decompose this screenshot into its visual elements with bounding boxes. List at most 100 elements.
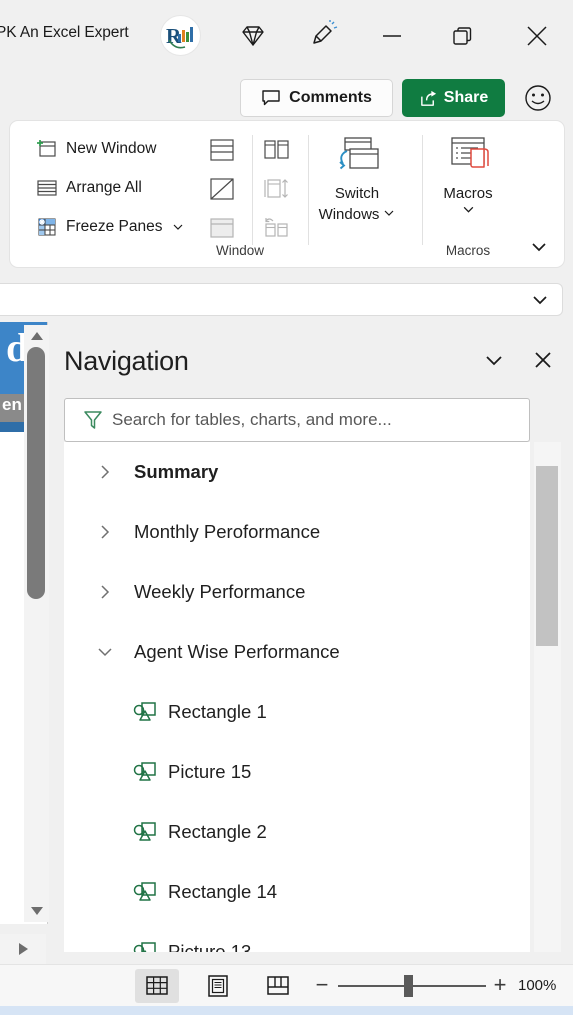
zoom-in-button[interactable]: + — [488, 972, 512, 997]
share-button[interactable]: Share — [402, 79, 505, 117]
navigation-scrollbar-thumb[interactable] — [536, 466, 558, 646]
page-break-preview-button[interactable] — [256, 969, 300, 1003]
view-side-by-side-button[interactable] — [260, 135, 294, 165]
zoom-out-button[interactable]: − — [310, 972, 334, 997]
formula-bar[interactable] — [0, 283, 563, 316]
arrange-all-icon — [37, 180, 57, 196]
unhide-icon — [210, 218, 234, 238]
tree-item-label: Picture 15 — [168, 761, 252, 782]
freeze-panes-label: Freeze Panes — [66, 218, 163, 235]
reset-window-position-icon — [265, 218, 288, 237]
chevron-right-icon[interactable] — [94, 461, 116, 483]
arrange-all-button[interactable]: Arrange All — [32, 172, 145, 204]
tree-item-label: Rectangle 1 — [168, 701, 267, 722]
status-bar-bottom-strip — [0, 1006, 573, 1015]
ribbon-divider — [252, 135, 253, 245]
arrange-all-label: Arrange All — [66, 179, 142, 196]
ribbon-display-options-icon[interactable] — [524, 235, 554, 259]
navigation-pane-title: Navigation — [64, 346, 189, 376]
tree-item-picture-13[interactable]: Picture 13 — [64, 922, 530, 952]
macros-button[interactable]: Macros — [426, 133, 510, 216]
comments-label: Comments — [289, 89, 372, 106]
tree-item-rectangle-2[interactable]: Rectangle 2 — [64, 802, 530, 862]
navigation-pane: Navigation Search for tables, charts, an… — [49, 322, 573, 960]
page-layout-view-button[interactable] — [196, 969, 240, 1003]
sheet-tab-next-button[interactable] — [0, 934, 46, 964]
ribbon-divider-3 — [422, 135, 423, 245]
macros-icon — [451, 137, 489, 168]
tree-item-rectangle-14[interactable]: Rectangle 14 — [64, 862, 530, 922]
macros-label: Macros — [443, 185, 493, 202]
switch-windows-icon — [339, 137, 379, 170]
ribbon-divider-2 — [308, 135, 309, 245]
new-window-label: New Window — [66, 140, 157, 157]
diamond-icon[interactable] — [236, 19, 270, 53]
switch-windows-label-1: Switch — [334, 185, 380, 202]
new-window-button[interactable]: New Window — [32, 133, 159, 165]
view-side-by-side-icon — [264, 140, 289, 159]
switch-windows-label-2: Windows — [318, 206, 380, 223]
worksheet-header-text: en — [2, 395, 22, 414]
minimize-icon[interactable] — [375, 19, 409, 53]
chevron-down-icon[interactable] — [94, 641, 116, 663]
split-icon — [210, 139, 234, 161]
tree-item-rectangle-1[interactable]: Rectangle 1 — [64, 682, 530, 742]
normal-view-button[interactable] — [135, 969, 179, 1003]
tree-item-picture-15[interactable]: Picture 15 — [64, 742, 530, 802]
scroll-up-icon[interactable] — [24, 325, 49, 347]
tree-item-monthly-peroformance[interactable]: Monthly Peroformance — [64, 502, 530, 562]
close-icon[interactable] — [520, 19, 554, 53]
tree-item-weekly-performance[interactable]: Weekly Performance — [64, 562, 530, 622]
synchronous-scrolling-button[interactable] — [260, 174, 294, 204]
scroll-down-icon[interactable] — [24, 900, 49, 922]
status-bar: − + 100% — [0, 964, 573, 1006]
page-break-preview-icon — [267, 976, 289, 995]
chevron-down-icon — [463, 206, 473, 213]
emoji-feedback-icon[interactable] — [522, 82, 554, 114]
comment-bubble-icon — [262, 90, 280, 106]
chevron-right-icon[interactable] — [94, 581, 116, 603]
title-bar: PK An Excel Expert R — [0, 0, 573, 71]
shape-object-icon — [132, 760, 158, 784]
formula-bar-expand-icon[interactable] — [530, 291, 550, 309]
navigation-collapse-icon[interactable] — [477, 346, 511, 376]
chevron-down-icon — [173, 224, 182, 230]
zoom-level-label: 100% — [518, 977, 557, 994]
navigation-close-icon[interactable] — [526, 344, 560, 376]
freeze-panes-button[interactable]: Freeze Panes — [32, 211, 187, 243]
shape-object-icon — [132, 700, 158, 724]
tree-item-label: Rectangle 2 — [168, 821, 267, 842]
split-button[interactable] — [205, 135, 239, 165]
zoom-slider-thumb[interactable] — [404, 975, 413, 997]
tree-item-label: Picture 13 — [168, 941, 252, 952]
reset-window-position-button[interactable] — [260, 213, 294, 243]
navigation-tree: Summary Monthly Peroformance Weekly Perf… — [64, 442, 530, 952]
hide-icon — [210, 178, 234, 200]
tree-item-label: Summary — [134, 461, 219, 482]
filter-funnel-icon — [84, 411, 102, 429]
share-icon — [420, 90, 436, 106]
freeze-panes-icon — [38, 218, 56, 236]
tree-item-label: Agent Wise Performance — [134, 641, 340, 662]
worksheet-scrollbar-thumb[interactable] — [27, 347, 45, 599]
hide-button[interactable] — [205, 174, 239, 204]
chevron-right-icon[interactable] — [94, 521, 116, 543]
window-group-label: Window — [215, 243, 264, 258]
tree-item-label: Weekly Performance — [134, 581, 306, 602]
tree-item-summary[interactable]: Summary — [64, 442, 530, 502]
shape-object-icon — [132, 880, 158, 904]
switch-windows-button[interactable]: Switch Windows — [315, 133, 399, 223]
normal-view-icon — [146, 976, 168, 995]
pen-icon[interactable] — [306, 19, 340, 53]
chevron-down-icon — [384, 210, 394, 216]
tree-item-label: Monthly Peroformance — [134, 521, 321, 542]
restore-icon[interactable] — [445, 19, 479, 53]
ribbon: New Window Arrange All Freeze Panes Swit… — [9, 120, 565, 268]
unhide-button[interactable] — [205, 213, 239, 243]
user-avatar[interactable]: R — [160, 15, 201, 56]
shape-object-icon — [132, 940, 158, 952]
navigation-search-input[interactable]: Search for tables, charts, and more... — [64, 398, 530, 442]
comments-button[interactable]: Comments — [240, 79, 393, 117]
tree-item-agent-wise-performance[interactable]: Agent Wise Performance — [64, 622, 530, 682]
tree-item-label: Rectangle 14 — [168, 881, 278, 902]
